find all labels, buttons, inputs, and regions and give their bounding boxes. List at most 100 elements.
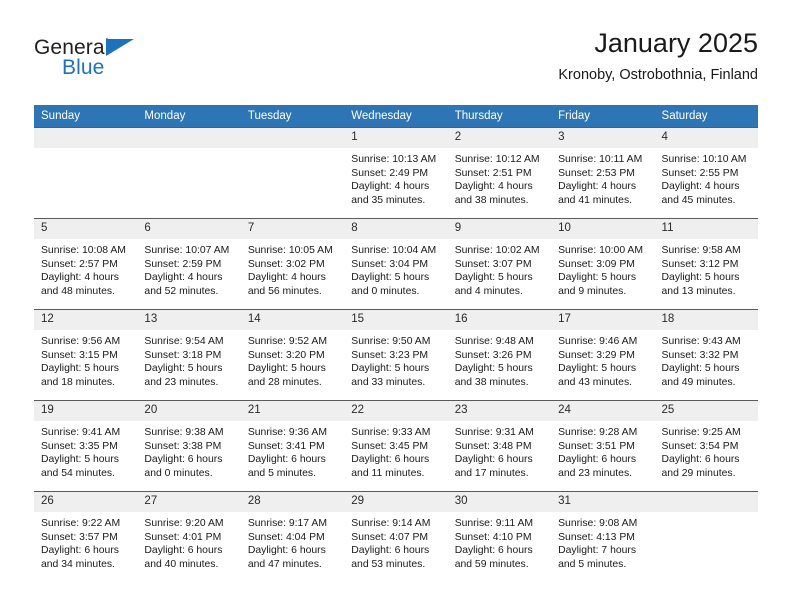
- calendar-day-cell[interactable]: 19 Sunrise: 9:41 AM Sunset: 3:35 PM Dayligh…: [34, 400, 138, 492]
- page-title: January 2025: [594, 28, 758, 58]
- day-number: 18: [654, 310, 758, 330]
- day-details: Sunrise: 9:56 AM Sunset: 3:15 PM Daylight:…: [34, 330, 137, 389]
- day-details: Sunrise: 9:36 AM Sunset: 3:41 PM Daylight:…: [241, 421, 344, 480]
- sunset-text: Sunset: 3:23 PM: [351, 349, 429, 361]
- calendar-day-cell[interactable]: 23 Sunrise: 9:31 AM Sunset: 3:48 PM Dayligh…: [447, 400, 552, 492]
- daylight-text-line1: Daylight: 5 hours: [41, 363, 119, 374]
- sunset-text: Sunset: 3:29 PM: [558, 349, 635, 361]
- calendar-day-cell[interactable]: 16 Sunrise: 9:48 AM Sunset: 3:26 PM Dayligh…: [447, 309, 552, 401]
- daylight-text-line1: Daylight: 4 hours: [454, 181, 533, 192]
- daylight-text-line1: Daylight: 6 hours: [351, 454, 430, 465]
- sunset-text: Sunset: 3:41 PM: [247, 440, 325, 452]
- day-number: 16: [447, 310, 552, 330]
- day-number: [240, 128, 345, 148]
- calendar-day-cell-empty: [240, 127, 345, 219]
- day-number: 6: [137, 219, 241, 239]
- daylight-text-line2: and 0 minutes.: [351, 285, 420, 297]
- daylight-text-line1: Daylight: 5 hours: [661, 363, 740, 374]
- calendar-day-cell[interactable]: 22 Sunrise: 9:33 AM Sunset: 3:45 PM Dayligh…: [344, 400, 448, 492]
- day-number: 2: [447, 128, 552, 148]
- calendar-day-cell[interactable]: 17 Sunrise: 9:46 AM Sunset: 3:29 PM Dayligh…: [551, 309, 655, 401]
- sunrise-text: Sunrise: 10:04 AM: [351, 245, 437, 256]
- calendar-day-cell[interactable]: 1 Sunrise: 10:13 AM Sunset: 2:49 PM Dayligh…: [344, 127, 448, 219]
- calendar-week-row: 26 Sunrise: 9:22 AM Sunset: 3:57 PM Dayligh…: [34, 491, 758, 582]
- daylight-text-line1: Daylight: 6 hours: [41, 545, 119, 556]
- calendar-day-cell[interactable]: 24 Sunrise: 9:28 AM Sunset: 3:51 PM Dayligh…: [551, 400, 655, 492]
- calendar-day-cell[interactable]: 29 Sunrise: 9:14 AM Sunset: 4:07 PM Dayligh…: [344, 491, 448, 582]
- daylight-text-line2: and 23 minutes.: [144, 376, 219, 388]
- sunrise-text: Sunrise: 10:00 AM: [558, 245, 644, 256]
- calendar-day-cell[interactable]: 5 Sunrise: 10:08 AM Sunset: 2:57 PM Dayligh…: [34, 218, 138, 310]
- calendar-day-cell[interactable]: 2 Sunrise: 10:12 AM Sunset: 2:51 PM Dayligh…: [447, 127, 552, 219]
- sunset-text: Sunset: 2:51 PM: [454, 167, 532, 179]
- sunrise-text: Sunrise: 9:41 AM: [41, 427, 121, 438]
- calendar-day-cell[interactable]: 21 Sunrise: 9:36 AM Sunset: 3:41 PM Dayligh…: [240, 400, 345, 492]
- sunset-text: Sunset: 4:13 PM: [558, 531, 635, 543]
- day-number: [34, 128, 138, 148]
- calendar-day-cell[interactable]: 10 Sunrise: 10:00 AM Sunset: 3:09 PM Daylig…: [551, 218, 655, 310]
- calendar-day-cell[interactable]: 14 Sunrise: 9:52 AM Sunset: 3:20 PM Dayligh…: [240, 309, 345, 401]
- page-masthead: General Blue January 2025 Kronoby, Ostro…: [34, 26, 758, 98]
- day-number: 25: [654, 401, 758, 421]
- sunrise-text: Sunrise: 9:48 AM: [454, 336, 534, 347]
- calendar-day-cell[interactable]: 31 Sunrise: 9:08 AM Sunset: 4:13 PM Dayligh…: [551, 491, 655, 582]
- calendar-day-cell[interactable]: 3 Sunrise: 10:11 AM Sunset: 2:53 PM Dayligh…: [551, 127, 655, 219]
- daylight-text-line2: and 9 minutes.: [558, 285, 627, 297]
- calendar-day-cell[interactable]: 6 Sunrise: 10:07 AM Sunset: 2:59 PM Dayligh…: [137, 218, 241, 310]
- day-details: Sunrise: 10:02 AM Sunset: 3:07 PM Daylight…: [448, 239, 551, 298]
- day-number: 7: [240, 219, 345, 239]
- day-number: 12: [34, 310, 138, 330]
- calendar-day-cell[interactable]: 30 Sunrise: 9:11 AM Sunset: 4:10 PM Dayligh…: [447, 491, 552, 582]
- calendar-day-cell[interactable]: 18 Sunrise: 9:43 AM Sunset: 3:32 PM Dayligh…: [654, 309, 758, 401]
- sunrise-text: Sunrise: 9:38 AM: [144, 427, 224, 438]
- calendar-day-cell[interactable]: 4 Sunrise: 10:10 AM Sunset: 2:55 PM Dayligh…: [654, 127, 758, 219]
- daylight-text-line2: and 52 minutes.: [144, 285, 219, 297]
- sunset-text: Sunset: 4:07 PM: [351, 531, 429, 543]
- calendar-day-cell[interactable]: 26 Sunrise: 9:22 AM Sunset: 3:57 PM Dayligh…: [34, 491, 138, 582]
- day-details: Sunrise: 9:50 AM Sunset: 3:23 PM Daylight:…: [344, 330, 447, 389]
- daylight-text-line1: Daylight: 6 hours: [351, 545, 430, 556]
- calendar-day-cell[interactable]: 12 Sunrise: 9:56 AM Sunset: 3:15 PM Dayligh…: [34, 309, 138, 401]
- calendar-day-cell[interactable]: 20 Sunrise: 9:38 AM Sunset: 3:38 PM Dayligh…: [137, 400, 241, 492]
- calendar-day-cell[interactable]: 13 Sunrise: 9:54 AM Sunset: 3:18 PM Dayligh…: [137, 309, 241, 401]
- day-number: 21: [240, 401, 345, 421]
- day-details: Sunrise: 10:05 AM Sunset: 3:02 PM Daylight…: [241, 239, 344, 298]
- calendar-day-cell[interactable]: 25 Sunrise: 9:25 AM Sunset: 3:54 PM Dayligh…: [654, 400, 758, 492]
- day-details: Sunrise: 10:07 AM Sunset: 2:59 PM Daylight…: [137, 239, 240, 298]
- day-number: 26: [34, 492, 138, 512]
- day-details: Sunrise: 9:46 AM Sunset: 3:29 PM Daylight:…: [551, 330, 654, 389]
- day-details: Sunrise: 10:00 AM Sunset: 3:09 PM Daylight…: [551, 239, 654, 298]
- daylight-text-line1: Daylight: 5 hours: [454, 272, 533, 283]
- daylight-text-line2: and 47 minutes.: [247, 558, 322, 570]
- day-details: Sunrise: 9:41 AM Sunset: 3:35 PM Daylight:…: [34, 421, 137, 480]
- sunset-text: Sunset: 3:54 PM: [661, 440, 739, 452]
- daylight-text-line1: Daylight: 5 hours: [144, 363, 223, 374]
- daylight-text-line2: and 45 minutes.: [661, 194, 736, 206]
- sunset-text: Sunset: 3:57 PM: [41, 531, 118, 543]
- sunset-text: Sunset: 3:09 PM: [558, 258, 635, 270]
- calendar-day-cell[interactable]: 8 Sunrise: 10:04 AM Sunset: 3:04 PM Dayligh…: [344, 218, 448, 310]
- sunset-text: Sunset: 2:59 PM: [144, 258, 222, 270]
- calendar-day-cell[interactable]: 9 Sunrise: 10:02 AM Sunset: 3:07 PM Dayligh…: [447, 218, 552, 310]
- sunset-text: Sunset: 3:04 PM: [351, 258, 429, 270]
- daylight-text-line1: Daylight: 4 hours: [247, 272, 326, 283]
- day-number: 19: [34, 401, 138, 421]
- calendar-day-cell[interactable]: 11 Sunrise: 9:58 AM Sunset: 3:12 PM Dayligh…: [654, 218, 758, 310]
- day-details: Sunrise: 9:22 AM Sunset: 3:57 PM Daylight:…: [34, 512, 137, 571]
- daylight-text-line2: and 5 minutes.: [558, 558, 627, 570]
- daylight-text-line1: Daylight: 4 hours: [661, 181, 740, 192]
- sunrise-text: Sunrise: 9:54 AM: [144, 336, 224, 347]
- daylight-text-line2: and 18 minutes.: [41, 376, 115, 388]
- calendar-day-cell[interactable]: 15 Sunrise: 9:50 AM Sunset: 3:23 PM Dayligh…: [344, 309, 448, 401]
- daylight-text-line1: Daylight: 5 hours: [661, 272, 740, 283]
- generalblue-logo[interactable]: General Blue: [34, 36, 214, 90]
- calendar-day-cell[interactable]: 28 Sunrise: 9:17 AM Sunset: 4:04 PM Dayligh…: [240, 491, 345, 582]
- calendar-day-cell[interactable]: 27 Sunrise: 9:20 AM Sunset: 4:01 PM Dayligh…: [137, 491, 241, 582]
- daylight-text-line1: Daylight: 6 hours: [454, 545, 533, 556]
- day-details: Sunrise: 9:58 AM Sunset: 3:12 PM Daylight:…: [655, 239, 758, 298]
- day-details: Sunrise: 10:13 AM Sunset: 2:49 PM Daylight…: [344, 148, 447, 207]
- calendar-day-cell[interactable]: 7 Sunrise: 10:05 AM Sunset: 3:02 PM Dayligh…: [240, 218, 345, 310]
- sunset-text: Sunset: 4:04 PM: [247, 531, 325, 543]
- daylight-text-line2: and 35 minutes.: [351, 194, 426, 206]
- day-number: 8: [344, 219, 448, 239]
